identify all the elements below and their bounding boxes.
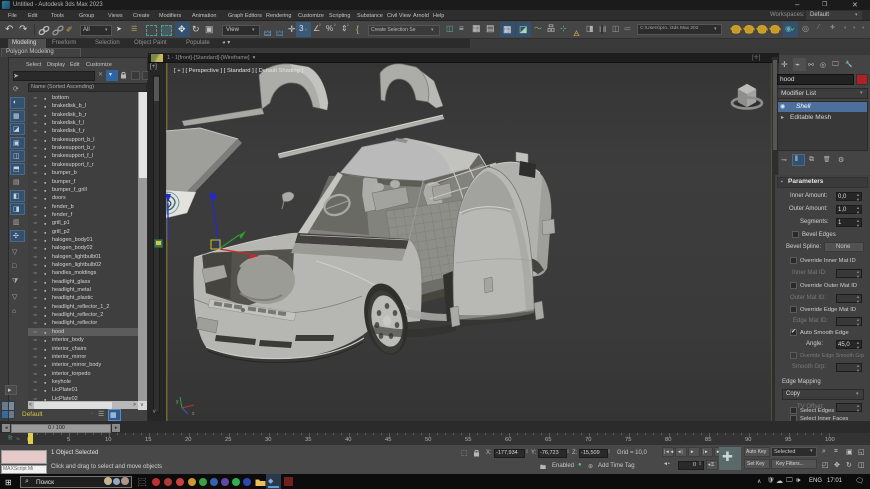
svg-text:[ + ] [ Perspective ] [ Standa: [ + ] [ Perspective ] [ Standard ] [ Def… <box>174 68 303 74</box>
